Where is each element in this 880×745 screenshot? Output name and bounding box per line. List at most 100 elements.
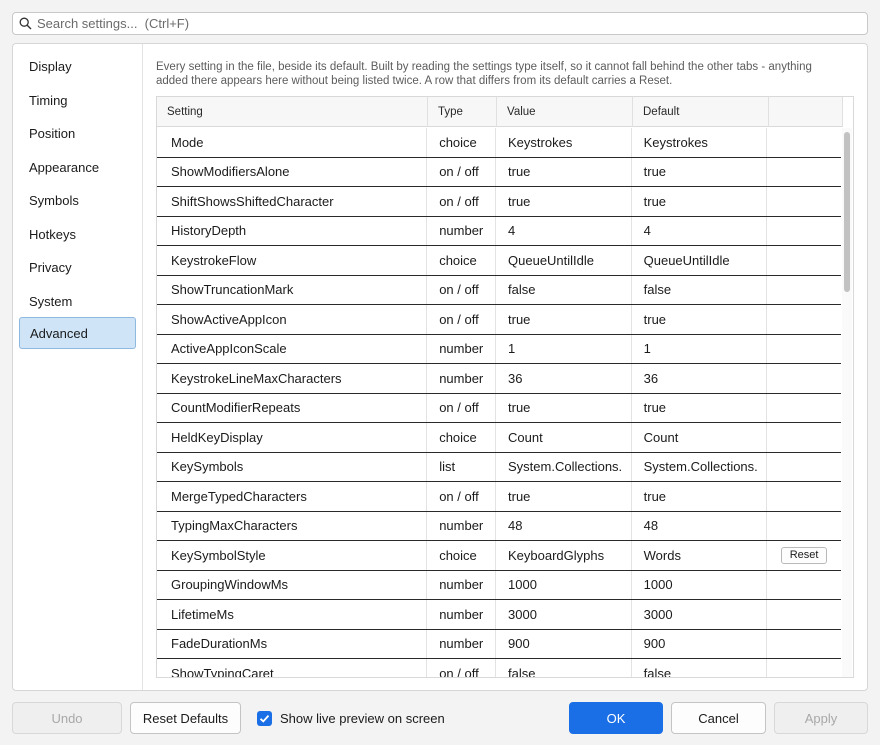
value-cell[interactable]: KeyboardGlyphs bbox=[496, 541, 632, 570]
sidebar-item-advanced[interactable]: Advanced bbox=[19, 317, 136, 349]
setting-cell: KeySymbols bbox=[157, 452, 428, 481]
value-cell[interactable]: 48 bbox=[496, 511, 632, 540]
value-cell[interactable]: false bbox=[496, 275, 632, 304]
value-cell[interactable]: true bbox=[496, 305, 632, 334]
table-row[interactable]: ShiftShowsShiftedCharacter on / off true tr… bbox=[157, 187, 841, 217]
value-cell[interactable]: 3000 bbox=[496, 600, 632, 629]
setting-cell: FadeDurationMs bbox=[157, 629, 428, 658]
table-row[interactable]: LifetimeMs number 3000 3000 bbox=[157, 600, 841, 630]
value-cell[interactable]: true bbox=[496, 482, 632, 511]
value-cell[interactable]: true bbox=[496, 393, 632, 422]
value-cell[interactable]: 4 bbox=[496, 216, 632, 245]
table-row[interactable]: KeySymbolStyle choice KeyboardGlyphs Words R… bbox=[157, 541, 841, 571]
reset-cell bbox=[767, 364, 841, 393]
table-row[interactable]: HeldKeyDisplay choice Count Count bbox=[157, 423, 841, 453]
value-cell[interactable]: 1 bbox=[496, 334, 632, 363]
value-cell[interactable]: 36 bbox=[496, 364, 632, 393]
column-header-setting[interactable]: Setting bbox=[157, 97, 428, 127]
table-row[interactable]: Mode choice Keystrokes Keystrokes bbox=[157, 128, 841, 158]
row-reset-button[interactable]: Reset bbox=[780, 546, 828, 564]
setting-cell: KeystrokeFlow bbox=[157, 246, 428, 275]
vertical-scrollbar[interactable] bbox=[842, 128, 852, 677]
reset-defaults-button[interactable]: Reset Defaults bbox=[130, 702, 241, 734]
value-cell[interactable]: Count bbox=[496, 423, 632, 452]
type-cell: on / off bbox=[427, 157, 497, 186]
setting-cell: GroupingWindowMs bbox=[157, 570, 428, 599]
sidebar-item-system[interactable]: System bbox=[19, 285, 136, 317]
sidebar-item-position[interactable]: Position bbox=[19, 117, 136, 149]
live-preview-checkbox[interactable] bbox=[257, 710, 272, 726]
default-cell: true bbox=[632, 482, 768, 511]
table-row[interactable]: FadeDurationMs number 900 900 bbox=[157, 629, 841, 659]
type-cell: number bbox=[427, 570, 497, 599]
column-header-default[interactable]: Default bbox=[633, 97, 769, 127]
table-row[interactable]: TypingMaxCharacters number 48 48 bbox=[157, 511, 841, 541]
sidebar-item-timing[interactable]: Timing bbox=[19, 84, 136, 116]
column-header-reset bbox=[769, 97, 843, 127]
type-cell: choice bbox=[427, 423, 497, 452]
table-row[interactable]: KeySymbols list System.Collections. System.… bbox=[157, 452, 841, 482]
type-cell: number bbox=[427, 629, 497, 658]
sidebar-item-display[interactable]: Display bbox=[19, 50, 136, 82]
sidebar-item-label: Symbols bbox=[29, 192, 79, 208]
settings-table: Setting Type Value Default Mode choice Key… bbox=[156, 96, 854, 678]
live-preview-label: Show live preview on screen bbox=[280, 710, 445, 726]
settings-panel: Display Timing Position Appearance Symbo… bbox=[12, 43, 868, 691]
default-cell: false bbox=[632, 275, 768, 304]
reset-cell bbox=[767, 187, 841, 216]
setting-cell: ShiftShowsShiftedCharacter bbox=[157, 187, 428, 216]
search-box[interactable] bbox=[12, 12, 868, 35]
type-cell: number bbox=[427, 334, 497, 363]
value-cell[interactable]: System.Collections. bbox=[496, 452, 632, 481]
setting-cell: CountModifierRepeats bbox=[157, 393, 428, 422]
type-cell: list bbox=[427, 452, 497, 481]
table-row[interactable]: GroupingWindowMs number 1000 1000 bbox=[157, 570, 841, 600]
reset-cell bbox=[767, 158, 841, 187]
table-row[interactable]: ShowTypingCaret on / off false false bbox=[157, 659, 841, 677]
checkmark-icon bbox=[259, 714, 270, 723]
table-row[interactable]: MergeTypedCharacters on / off true true bbox=[157, 482, 841, 512]
search-input[interactable] bbox=[37, 16, 837, 31]
type-cell: number bbox=[427, 600, 497, 629]
table-row[interactable]: ShowTruncationMark on / off false false bbox=[157, 275, 841, 305]
value-cell[interactable]: 900 bbox=[496, 629, 632, 658]
value-cell[interactable]: 1000 bbox=[496, 570, 632, 599]
default-cell: true bbox=[632, 187, 768, 216]
scrollbar-thumb[interactable] bbox=[844, 132, 850, 292]
table-row[interactable]: CountModifierRepeats on / off true true bbox=[157, 393, 841, 423]
default-cell: System.Collections. bbox=[632, 452, 768, 481]
default-cell: true bbox=[632, 305, 768, 334]
sidebar-item-privacy[interactable]: Privacy bbox=[19, 251, 136, 283]
reset-cell bbox=[767, 630, 841, 659]
type-cell: choice bbox=[427, 128, 497, 157]
reset-cell bbox=[767, 571, 841, 600]
live-preview-toggle[interactable]: Show live preview on screen bbox=[257, 709, 445, 727]
undo-button[interactable]: Undo bbox=[12, 702, 122, 734]
table-row[interactable]: KeystrokeFlow choice QueueUntilIdle QueueUn… bbox=[157, 246, 841, 276]
value-cell[interactable]: true bbox=[496, 187, 632, 216]
table-row[interactable]: ShowModifiersAlone on / off true true bbox=[157, 157, 841, 187]
column-header-type[interactable]: Type bbox=[428, 97, 497, 127]
type-cell: on / off bbox=[427, 275, 497, 304]
ok-button[interactable]: OK bbox=[569, 702, 663, 734]
sidebar-item-symbols[interactable]: Symbols bbox=[19, 184, 136, 216]
value-cell[interactable]: QueueUntilIdle bbox=[496, 246, 632, 275]
setting-cell: KeySymbolStyle bbox=[157, 541, 428, 570]
table-row[interactable]: HistoryDepth number 4 4 bbox=[157, 216, 841, 246]
table-row[interactable]: ActiveAppIconScale number 1 1 bbox=[157, 334, 841, 364]
reset-cell bbox=[767, 246, 841, 275]
sidebar-item-appearance[interactable]: Appearance bbox=[19, 151, 136, 183]
value-cell[interactable]: false bbox=[496, 659, 632, 677]
apply-button[interactable]: Apply bbox=[774, 702, 868, 734]
value-cell[interactable]: Keystrokes bbox=[496, 128, 632, 157]
table-row[interactable]: KeystrokeLineMaxCharacters number 36 36 bbox=[157, 364, 841, 394]
table-row[interactable]: ShowActiveAppIcon on / off true true bbox=[157, 305, 841, 335]
setting-cell: KeystrokeLineMaxCharacters bbox=[157, 364, 428, 393]
setting-cell: TypingMaxCharacters bbox=[157, 511, 428, 540]
reset-cell bbox=[767, 394, 841, 423]
cancel-button[interactable]: Cancel bbox=[671, 702, 766, 734]
column-header-value[interactable]: Value bbox=[497, 97, 633, 127]
value-cell[interactable]: true bbox=[496, 157, 632, 186]
sidebar-item-hotkeys[interactable]: Hotkeys bbox=[19, 218, 136, 250]
default-cell: 48 bbox=[632, 511, 768, 540]
